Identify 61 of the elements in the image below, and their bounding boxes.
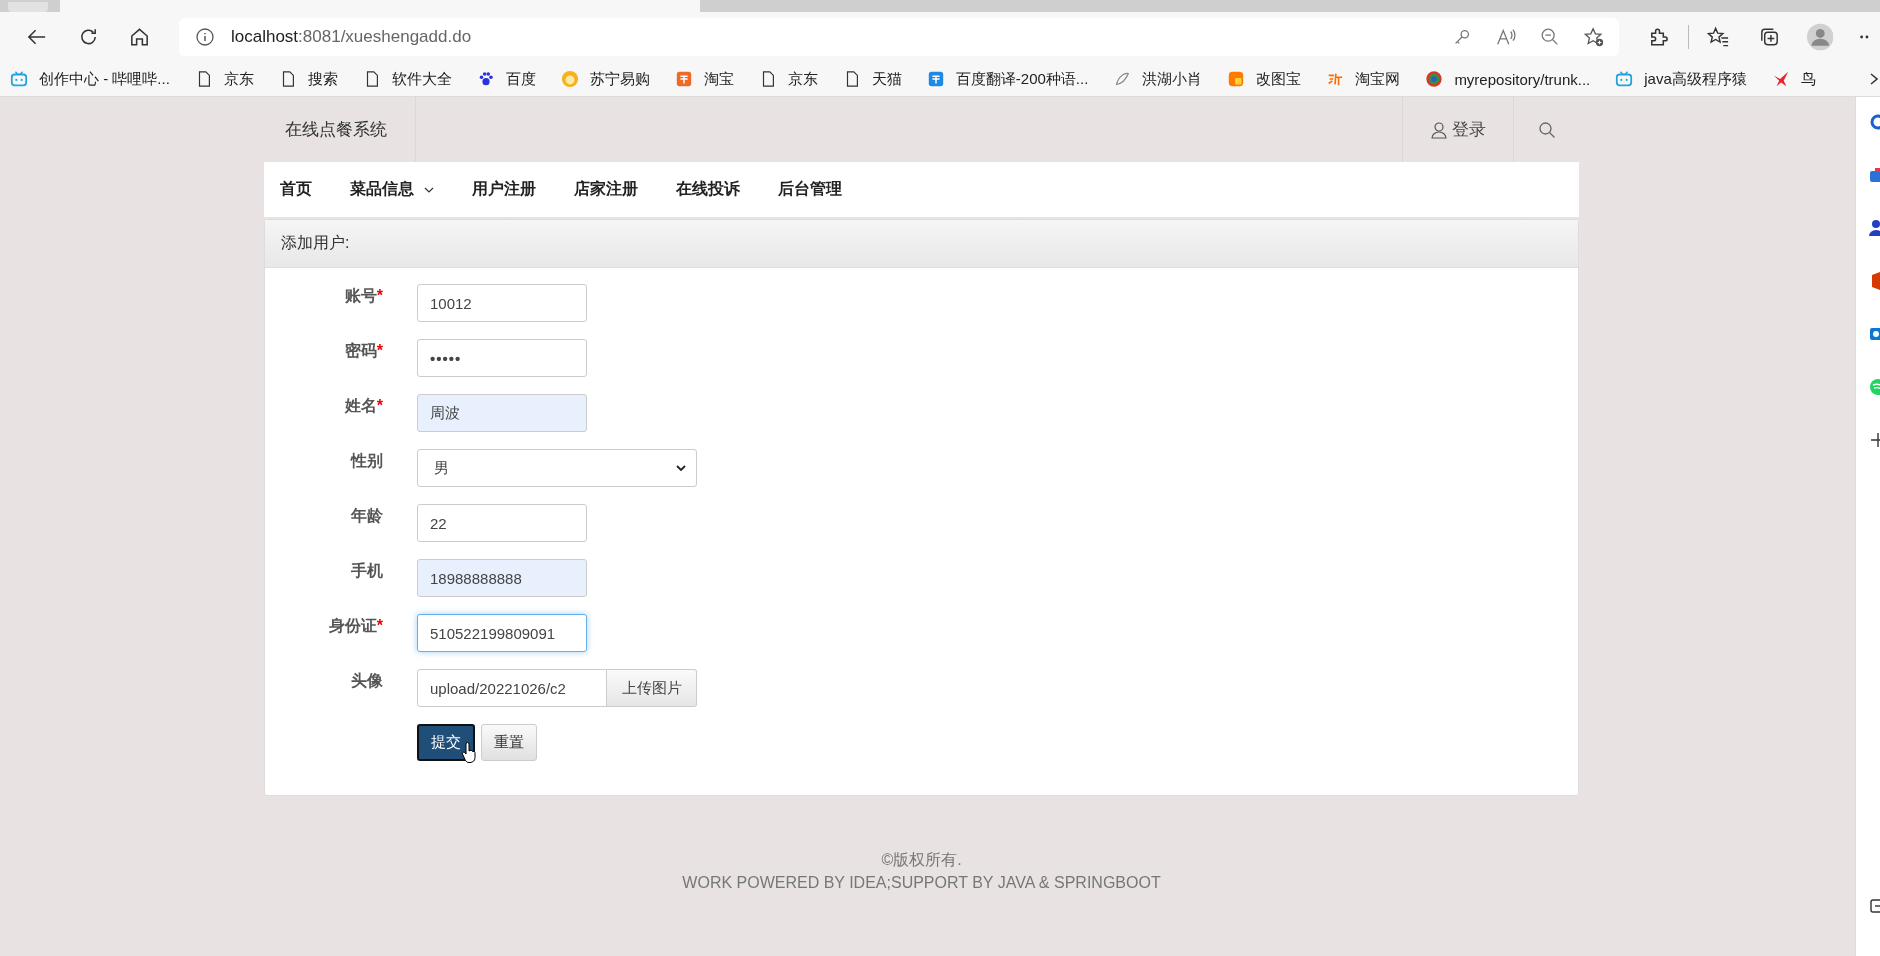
tv-icon	[10, 70, 28, 88]
bookmark-link[interactable]: 改图宝	[1227, 69, 1302, 89]
bookmark-link[interactable]: 百度翻译-200种语...	[926, 69, 1089, 89]
bookmark-link[interactable]: 洪湖小肖	[1113, 69, 1203, 89]
input-field[interactable]: 10012	[417, 284, 587, 322]
address-bar[interactable]: localhost:8081/xueshengadd.do	[179, 18, 1619, 56]
chevron-icon	[676, 465, 686, 471]
footer-text: WORK POWERED BY IDEA;SUPPORT BY JAVA & SPRINGBOOT	[681, 873, 1162, 893]
bookmark-link[interactable]: 淘宝网	[1326, 69, 1401, 89]
field-label: 手机	[350, 561, 383, 581]
submit-button[interactable]: 提交	[417, 724, 475, 761]
footer-text: ©版权所有.	[880, 850, 963, 870]
field-label: 账号*	[343, 286, 383, 306]
search-icon[interactable]	[1537, 120, 1556, 139]
nav-link[interactable]: 菜品信息	[350, 179, 434, 200]
file-path-field[interactable]: upload/20221026/c2	[417, 669, 607, 707]
nav-link[interactable]: 首页	[280, 179, 312, 200]
input-field[interactable]: 周波	[417, 394, 587, 432]
caret-icon	[424, 186, 434, 193]
bookmark-link[interactable]: 创作中心 - 哔哩哔...	[10, 69, 170, 89]
bookmark-link[interactable]: 天猫	[842, 69, 902, 89]
bookmark-link[interactable]: 鸟	[1771, 69, 1816, 89]
input-field[interactable]: 18988888888	[417, 559, 587, 597]
nav-link[interactable]: 用户注册	[472, 179, 536, 200]
nav-link[interactable]: 后台管理	[778, 179, 842, 200]
bookmark-link[interactable]: 搜索	[278, 69, 338, 89]
bookmark-link[interactable]: java高级程序猿	[1615, 69, 1747, 89]
field-label: 头像	[350, 671, 383, 691]
input-field[interactable]: 22	[417, 504, 587, 542]
select-field[interactable]: 男	[417, 449, 697, 487]
input-field[interactable]: 510522199809091	[417, 614, 587, 652]
square-icon	[1227, 70, 1246, 88]
add-favorite-icon[interactable]	[1583, 26, 1605, 48]
tile-icon	[926, 70, 945, 88]
bookmark-link[interactable]: 淘宝	[674, 69, 734, 89]
profile-avatar-icon[interactable]	[1806, 22, 1834, 52]
panel-title: 添加用户:	[281, 233, 350, 253]
bookmark-link[interactable]: 苏宁易购	[560, 69, 650, 89]
field-label: 身份证*	[327, 616, 383, 636]
nav-link[interactable]: 店家注册	[574, 179, 638, 200]
field-label: 密码*	[343, 341, 383, 361]
reset-button[interactable]: 重置	[481, 724, 537, 761]
bookmark-link[interactable]: 百度	[476, 69, 536, 89]
field-label: 性别	[349, 451, 383, 471]
info-icon[interactable]	[195, 27, 215, 47]
mascot-icon	[1113, 70, 1132, 88]
sun-icon	[560, 70, 579, 88]
tile-icon	[674, 70, 693, 88]
ring-icon	[1425, 70, 1444, 88]
hand-cursor-icon	[461, 742, 477, 764]
bookmark-link[interactable]: 软件大全	[362, 69, 452, 89]
upload-button[interactable]: 上传图片	[607, 669, 697, 707]
nav-link[interactable]: 在线投诉	[676, 179, 740, 200]
field-label: 年龄	[350, 506, 383, 526]
bookmark-link[interactable]: myrepository/trunk...	[1425, 70, 1591, 88]
field-label: 姓名*	[343, 396, 383, 416]
bookmark-link[interactable]: 京东	[758, 69, 818, 89]
user-icon	[1430, 120, 1448, 139]
bookmark-link[interactable]: 京东	[194, 69, 254, 89]
tv-icon	[1615, 70, 1634, 88]
password-field[interactable]: •••••	[417, 339, 587, 377]
